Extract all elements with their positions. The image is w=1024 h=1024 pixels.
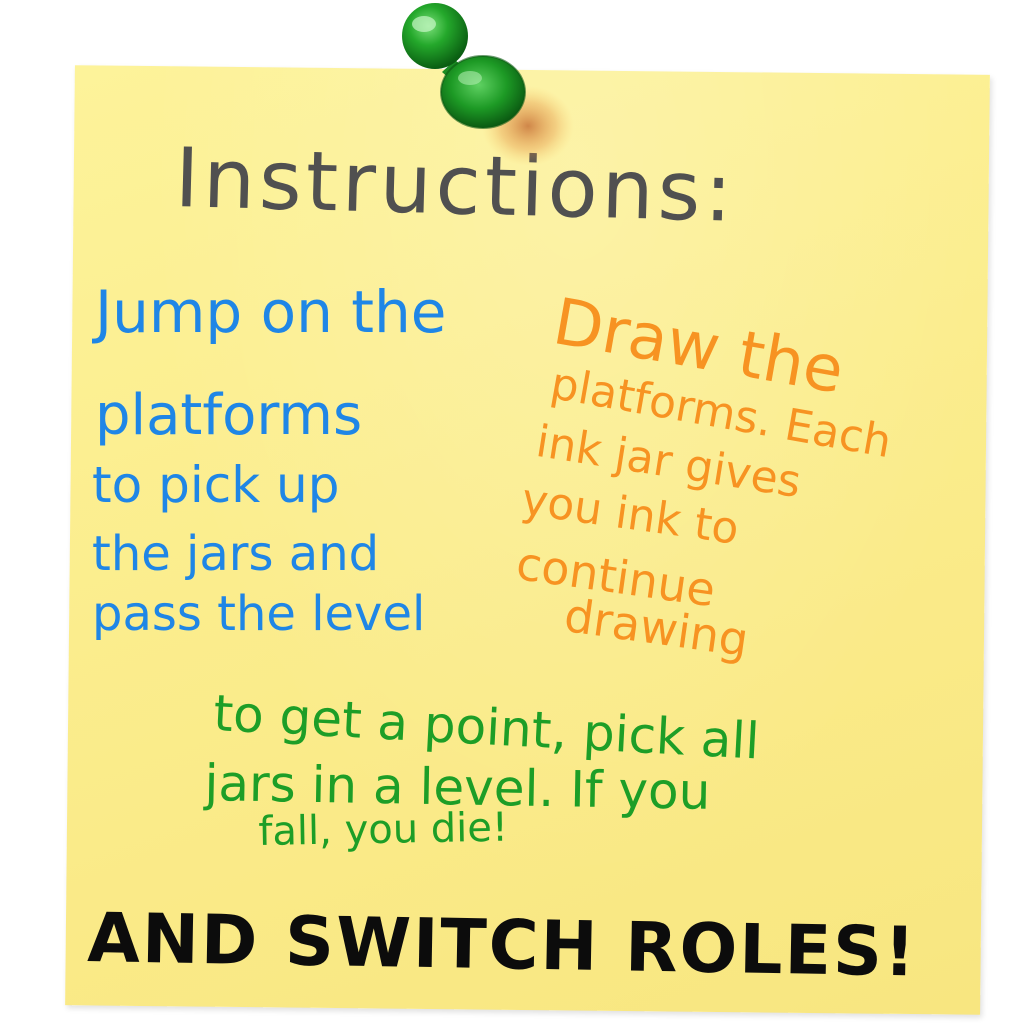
jumper-line: to pick up xyxy=(92,456,340,514)
instructions-title: Instructions: xyxy=(173,131,738,241)
goal-line: fall, you die! xyxy=(257,804,509,855)
jumper-line: the jars and xyxy=(92,526,380,582)
jumper-line: Jump on the xyxy=(95,278,447,346)
pin-highlight xyxy=(412,16,436,32)
pin-head xyxy=(402,3,468,69)
instructions-screen: Instructions: Jump on the platforms to p… xyxy=(0,0,1024,1024)
jumper-line: pass the level xyxy=(92,586,426,642)
jumper-line: platforms xyxy=(95,383,363,448)
switch-roles-text: AND SWITCH ROLES! xyxy=(86,899,918,993)
